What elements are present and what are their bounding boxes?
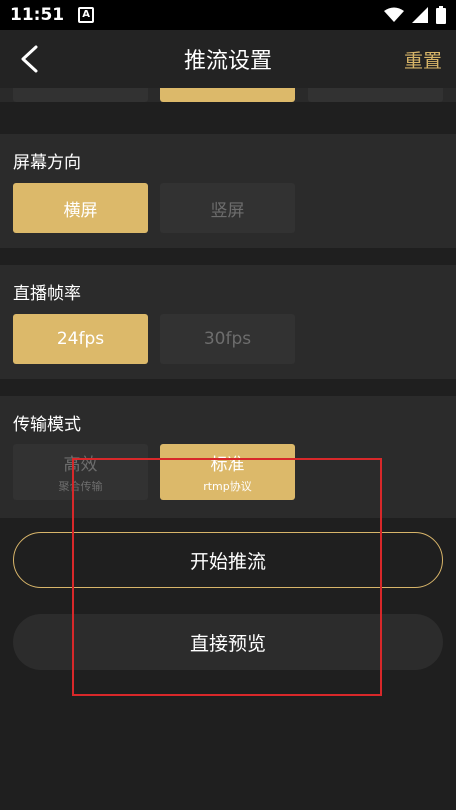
framerate-label: 直播帧率	[13, 284, 81, 304]
option-label: 横屏	[63, 200, 98, 221]
option-label: 24fps	[56, 329, 105, 349]
battery-icon	[436, 6, 446, 24]
orientation-option-portrait[interactable]: 竖屏	[160, 183, 295, 233]
transport-section: 传输模式 高效 聚合传输 标准 rtmp协议	[0, 396, 456, 518]
page-title: 推流设置	[183, 49, 272, 74]
transport-option-standard[interactable]: 标准 rtmp协议	[160, 444, 295, 500]
option-label: 竖屏	[210, 200, 245, 221]
orientation-section: 屏幕方向 横屏 竖屏	[0, 134, 456, 248]
framerate-option-30[interactable]: 30fps	[160, 314, 295, 364]
orientation-label: 屏幕方向	[13, 153, 81, 173]
option-title: 高效	[63, 455, 98, 475]
back-arrow-icon[interactable]	[16, 44, 44, 74]
option-title: 标准	[210, 455, 245, 475]
status-icons	[384, 6, 446, 24]
transport-option-efficient[interactable]: 高效 聚合传输	[13, 444, 148, 500]
resolution-option-1[interactable]	[13, 88, 148, 102]
status-time: 11:51	[10, 5, 65, 25]
wifi-icon	[384, 7, 404, 22]
framerate-option-24[interactable]: 24fps	[13, 314, 148, 364]
status-bar: 11:51 A	[0, 0, 456, 30]
preview-button[interactable]: 直接预览	[13, 614, 443, 670]
start-stream-button[interactable]: 开始推流	[13, 532, 443, 588]
option-subtitle: 聚合传输	[58, 480, 103, 493]
resolution-option-3[interactable]	[308, 88, 443, 102]
resolution-row-partial	[0, 88, 456, 102]
start-stream-label: 开始推流	[189, 550, 266, 573]
preview-label: 直接预览	[189, 632, 266, 655]
option-label: 30fps	[203, 329, 252, 349]
resolution-option-2[interactable]	[160, 88, 295, 102]
reset-button[interactable]: 重置	[404, 46, 442, 73]
orientation-option-landscape[interactable]: 横屏	[13, 183, 148, 233]
option-subtitle: rtmp协议	[203, 480, 252, 493]
notification-a-icon: A	[78, 7, 95, 23]
framerate-section: 直播帧率 24fps 30fps	[0, 265, 456, 379]
transport-label: 传输模式	[13, 415, 81, 435]
app-bar: 推流设置 重置	[0, 30, 456, 88]
signal-icon	[412, 7, 428, 23]
